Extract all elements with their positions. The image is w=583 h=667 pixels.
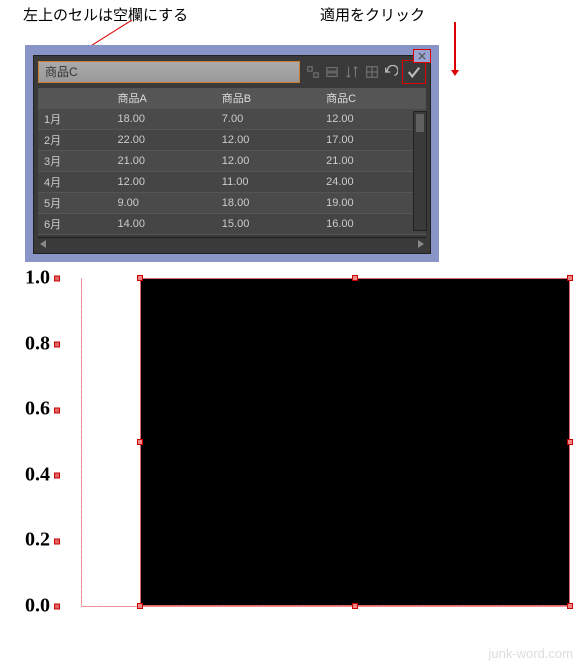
table-cell[interactable]: 15.00 — [216, 214, 320, 235]
swap-rows-icon[interactable] — [324, 62, 342, 82]
handle-bl[interactable] — [137, 603, 143, 609]
header-a: 商品A — [111, 88, 215, 109]
y-tick-label: 0.2 — [25, 529, 60, 552]
header-c: 商品C — [320, 88, 426, 109]
table-row[interactable]: 1月18.007.0012.00 — [38, 109, 426, 130]
cell-input[interactable]: 商品C — [38, 61, 300, 83]
y-tick-label: 0.6 — [25, 398, 60, 421]
table-cell[interactable]: 12.00 — [216, 151, 320, 172]
table-cell[interactable]: 9.00 — [111, 193, 215, 214]
table-cell[interactable]: 12.00 — [320, 109, 426, 130]
grid-icon[interactable] — [363, 62, 381, 82]
table-cell[interactable]: 12.00 — [111, 172, 215, 193]
table-cell[interactable]: 18.00 — [216, 193, 320, 214]
table-row[interactable]: 3月21.0012.0021.00 — [38, 151, 426, 172]
tick-handle — [54, 407, 60, 413]
watermark: junk-word.com — [488, 646, 573, 661]
scrollbar-horizontal[interactable] — [38, 237, 426, 249]
y-axis: 0.0 0.2 0.4 0.6 0.8 1.0 — [25, 268, 75, 638]
table-row[interactable]: 2月22.0012.0017.00 — [38, 130, 426, 151]
close-button[interactable] — [413, 49, 431, 63]
table-cell[interactable]: 11.00 — [216, 172, 320, 193]
scrollbar-vertical[interactable] — [413, 111, 427, 231]
tick-handle — [54, 276, 60, 282]
data-table[interactable]: 商品A 商品B 商品C 1月18.007.0012.002月22.0012.00… — [38, 88, 426, 235]
tick-handle — [54, 604, 60, 610]
table-cell[interactable]: 21.00 — [111, 151, 215, 172]
tick-handle — [54, 538, 60, 544]
table-cell[interactable]: 6月 — [38, 214, 111, 235]
apply-button-highlight — [402, 60, 426, 84]
table-cell[interactable]: 19.00 — [320, 193, 426, 214]
tick-handle — [54, 473, 60, 479]
tick-handle — [54, 342, 60, 348]
y-axis-line — [81, 278, 82, 606]
handle-bm[interactable] — [352, 603, 358, 609]
table-row[interactable]: 5月9.0018.0019.00 — [38, 193, 426, 214]
handle-tl[interactable] — [137, 275, 143, 281]
toolbar: 商品C — [38, 60, 426, 84]
data-panel: 商品C — [25, 45, 439, 262]
chart-area: 0.0 0.2 0.4 0.6 0.8 1.0 — [25, 268, 575, 638]
table-cell[interactable]: 14.00 — [111, 214, 215, 235]
annotation-right-arrow — [454, 22, 456, 72]
table-header-row: 商品A 商品B 商品C — [38, 88, 426, 109]
apply-button[interactable] — [404, 62, 424, 82]
table-cell[interactable]: 17.00 — [320, 130, 426, 151]
table-cell[interactable]: 2月 — [38, 130, 111, 151]
table-cell[interactable]: 21.00 — [320, 151, 426, 172]
chart-plot-placeholder[interactable] — [140, 278, 570, 606]
swap-columns-icon[interactable] — [343, 62, 361, 82]
handle-tm[interactable] — [352, 275, 358, 281]
handle-tr[interactable] — [567, 275, 573, 281]
y-tick-label: 0.8 — [25, 332, 60, 355]
annotation-right: 適用をクリック — [320, 4, 425, 25]
handle-ml[interactable] — [137, 439, 143, 445]
handle-br[interactable] — [567, 603, 573, 609]
table-cell[interactable]: 22.00 — [111, 130, 215, 151]
x-axis-line — [81, 606, 569, 607]
header-b: 商品B — [216, 88, 320, 109]
panel-body: 商品C — [33, 55, 431, 254]
table-cell[interactable]: 16.00 — [320, 214, 426, 235]
table-cell[interactable]: 24.00 — [320, 172, 426, 193]
table-row[interactable]: 4月12.0011.0024.00 — [38, 172, 426, 193]
header-blank — [38, 88, 111, 109]
table-cell[interactable]: 4月 — [38, 172, 111, 193]
y-tick-label: 0.4 — [25, 463, 60, 486]
table-cell[interactable]: 12.00 — [216, 130, 320, 151]
table-cell[interactable]: 5月 — [38, 193, 111, 214]
table-cell[interactable]: 18.00 — [111, 109, 215, 130]
table-cell[interactable]: 3月 — [38, 151, 111, 172]
handle-mr[interactable] — [567, 439, 573, 445]
table-cell[interactable]: 1月 — [38, 109, 111, 130]
y-tick-label: 0.0 — [25, 595, 60, 618]
undo-icon[interactable] — [382, 62, 400, 82]
y-tick-label: 1.0 — [25, 267, 60, 290]
table-cell[interactable]: 7.00 — [216, 109, 320, 130]
transpose-icon[interactable] — [304, 62, 322, 82]
table-row[interactable]: 6月14.0015.0016.00 — [38, 214, 426, 235]
